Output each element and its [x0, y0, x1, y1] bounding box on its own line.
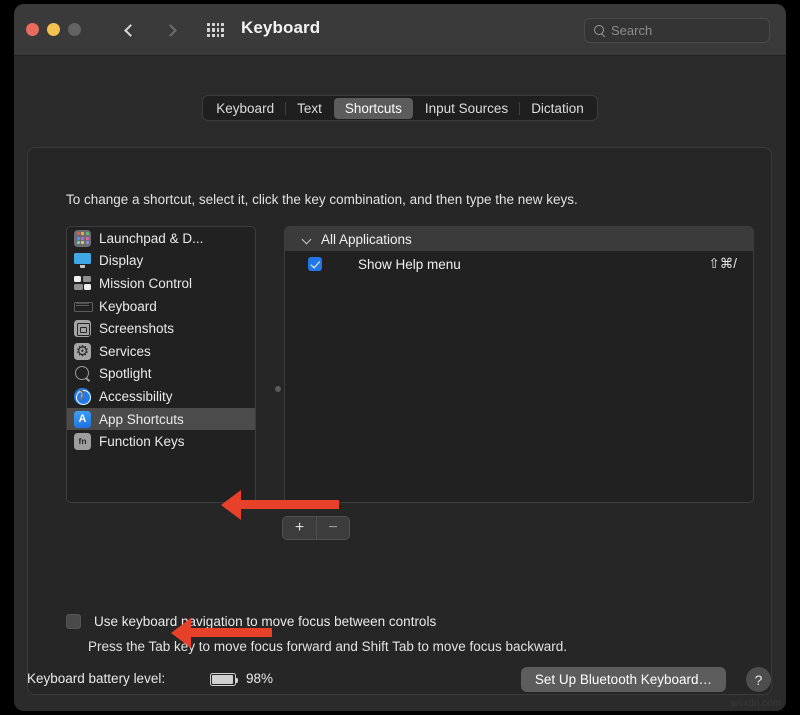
search-icon	[594, 25, 605, 36]
annotation-arrow-add-button	[190, 628, 272, 637]
tab-input-sources[interactable]: Input Sources	[414, 98, 519, 119]
screenshots-icon	[74, 320, 91, 337]
sidebar-item-services[interactable]: Services	[67, 340, 255, 363]
tab-text[interactable]: Text	[286, 98, 333, 119]
splitter-handle-icon	[275, 386, 281, 392]
sidebar-item-label: App Shortcuts	[99, 412, 184, 427]
sidebar-item-label: Screenshots	[99, 321, 174, 336]
sidebar-item-app-shortcuts[interactable]: App Shortcuts	[67, 408, 255, 431]
sidebar-item-display[interactable]: Display	[67, 250, 255, 273]
sidebar-item-label: Spotlight	[99, 366, 152, 381]
sidebar-item-spotlight[interactable]: Spotlight	[67, 363, 255, 386]
sidebar-item-screenshots[interactable]: Screenshots	[67, 317, 255, 340]
battery-icon	[210, 673, 236, 686]
forward-chevron-icon	[164, 24, 177, 37]
window-footer: Keyboard battery level: 98% Set Up Bluet…	[14, 656, 786, 711]
show-all-preferences-grid-icon[interactable]	[207, 23, 224, 37]
shortcuts-panel: To change a shortcut, select it, click t…	[27, 147, 772, 695]
table-row[interactable]: Show Help menu ⇧⌘/	[285, 251, 753, 277]
battery-level-label: Keyboard battery level:	[27, 671, 165, 686]
window-content: Keyboard Text Shortcuts Input Sources Di…	[14, 56, 786, 711]
tab-keyboard[interactable]: Keyboard	[205, 98, 285, 119]
annotation-arrow-app-shortcuts	[240, 500, 339, 509]
sidebar-item-label: Launchpad & D...	[99, 231, 203, 246]
add-shortcut-button[interactable]: +	[283, 517, 316, 539]
remove-shortcut-button[interactable]: −	[316, 517, 349, 539]
display-icon	[74, 252, 91, 269]
sidebar-item-label: Services	[99, 344, 151, 359]
minimize-window-icon[interactable]	[47, 23, 60, 36]
page-title: Keyboard	[241, 18, 320, 38]
sidebar-item-label: Keyboard	[99, 299, 157, 314]
mission-control-icon	[74, 275, 91, 292]
search-field[interactable]: Search	[584, 18, 770, 43]
sidebar-item-function-keys[interactable]: Function Keys	[67, 430, 255, 453]
shortcut-key-combination[interactable]: ⇧⌘/	[708, 256, 737, 272]
tab-shortcuts[interactable]: Shortcuts	[334, 98, 413, 119]
instruction-text: To change a shortcut, select it, click t…	[66, 192, 578, 207]
back-button[interactable]	[117, 17, 143, 43]
add-remove-button-group: + −	[282, 516, 350, 540]
sidebar-item-mission-control[interactable]: Mission Control	[67, 272, 255, 295]
keyboard-navigation-label: Use keyboard navigation to move focus be…	[94, 614, 436, 629]
back-chevron-icon	[124, 24, 137, 37]
keyboard-navigation-checkbox-row[interactable]: Use keyboard navigation to move focus be…	[66, 614, 436, 629]
shortcut-enabled-checkbox[interactable]	[308, 257, 322, 271]
keyboard-navigation-note: Press the Tab key to move focus forward …	[88, 639, 567, 654]
sidebar-item-launchpad-dock[interactable]: Launchpad & D...	[67, 227, 255, 250]
tab-dictation[interactable]: Dictation	[520, 98, 595, 119]
sidebar-item-label: Mission Control	[99, 276, 192, 291]
panel-splitter[interactable]	[274, 226, 282, 503]
sidebar-item-accessibility[interactable]: Accessibility	[67, 385, 255, 408]
app-shortcuts-icon	[74, 411, 91, 428]
search-placeholder: Search	[611, 23, 652, 38]
watermark: wsxdn.com	[731, 698, 781, 709]
function-keys-icon	[74, 433, 91, 450]
help-button[interactable]: ?	[746, 667, 771, 692]
traffic-light-buttons	[26, 23, 81, 36]
keyboard-navigation-checkbox[interactable]	[66, 614, 81, 629]
launchpad-dock-icon	[74, 230, 91, 247]
sidebar-item-keyboard[interactable]: Keyboard	[67, 295, 255, 318]
shortcut-name: Show Help menu	[358, 257, 461, 272]
keyboard-icon	[74, 298, 91, 315]
shortcut-group-title: All Applications	[321, 232, 412, 247]
keyboard-preferences-window: Keyboard Search Keyboard Text Shortcuts …	[14, 4, 786, 711]
window-titlebar: Keyboard Search	[14, 4, 786, 56]
forward-button[interactable]	[157, 17, 183, 43]
sidebar-item-label: Accessibility	[99, 389, 173, 404]
sidebar-item-label: Display	[99, 253, 143, 268]
shortcut-group-header[interactable]: All Applications	[285, 227, 753, 251]
zoom-window-icon[interactable]	[68, 23, 81, 36]
chevron-down-icon[interactable]	[302, 235, 312, 245]
shortcut-category-list[interactable]: Launchpad & D... Display Mission Control…	[66, 226, 256, 503]
tab-bar: Keyboard Text Shortcuts Input Sources Di…	[14, 95, 786, 121]
shortcut-list[interactable]: All Applications Show Help menu ⇧⌘/	[284, 226, 754, 503]
tab-strip: Keyboard Text Shortcuts Input Sources Di…	[202, 95, 597, 121]
battery-percent: 98%	[246, 671, 273, 686]
accessibility-icon	[74, 388, 91, 405]
close-window-icon[interactable]	[26, 23, 39, 36]
spotlight-magnifier-icon	[74, 365, 91, 382]
set-up-bluetooth-keyboard-button[interactable]: Set Up Bluetooth Keyboard…	[521, 667, 726, 692]
services-gear-icon	[74, 343, 91, 360]
sidebar-item-label: Function Keys	[99, 434, 185, 449]
